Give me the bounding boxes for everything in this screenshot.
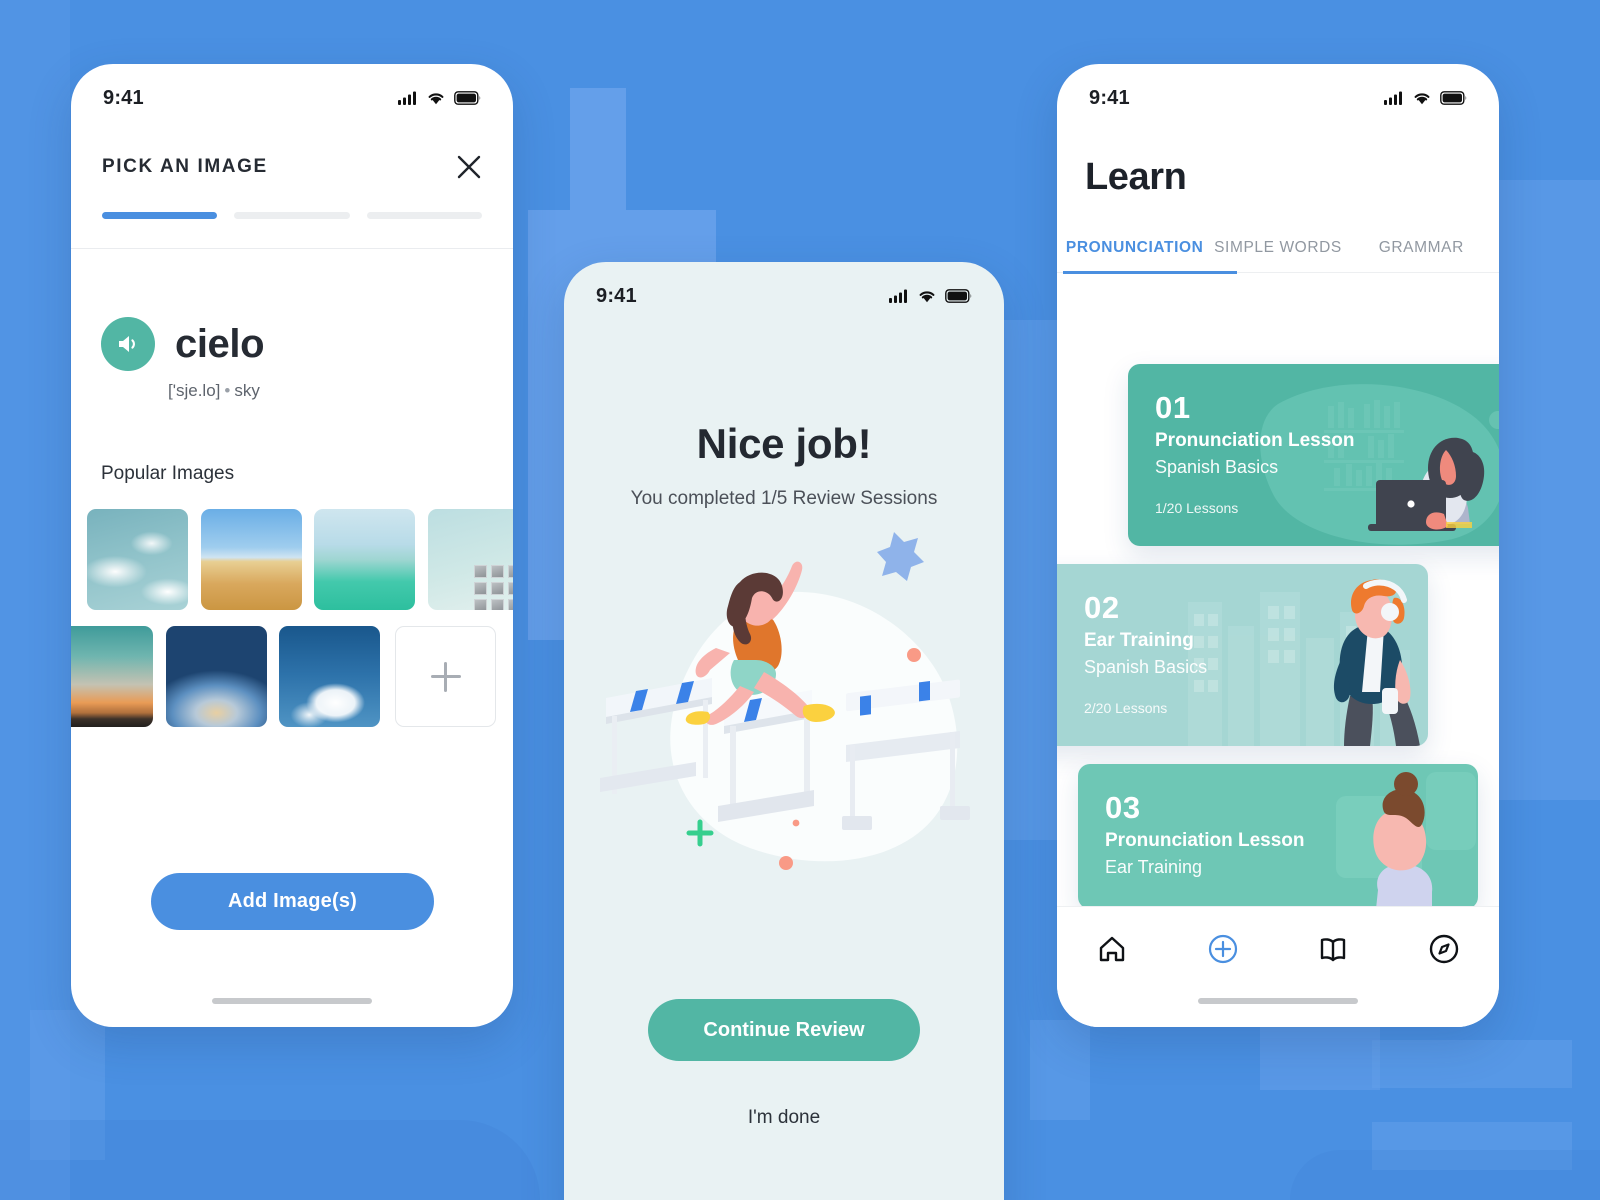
add-image-tile[interactable] xyxy=(395,626,496,727)
nav-add[interactable] xyxy=(1168,933,1279,965)
battery-icon xyxy=(454,91,481,105)
window-grid-pattern xyxy=(474,565,513,610)
cellular-signal-icon xyxy=(398,91,416,105)
speaker-icon[interactable] xyxy=(101,317,155,371)
thumbnail-turquoise-sea[interactable] xyxy=(314,509,415,610)
nav-explore[interactable] xyxy=(1389,933,1500,965)
plus-icon xyxy=(430,661,461,692)
thumbnail-building-window-tile[interactable] xyxy=(428,509,513,610)
status-bar: 9:41 xyxy=(1057,64,1499,118)
cellular-signal-icon xyxy=(1384,91,1402,105)
status-time: 9:41 xyxy=(103,86,144,109)
close-icon[interactable] xyxy=(456,154,482,180)
bg-shape xyxy=(1490,180,1600,800)
thumbnail-dusk-mountain[interactable] xyxy=(166,626,267,727)
progress-step-2 xyxy=(234,212,350,219)
continue-review-button[interactable]: Continue Review xyxy=(648,999,920,1061)
progress-step-1 xyxy=(102,212,218,219)
thumbnail-cumulus-clouds[interactable] xyxy=(279,626,380,727)
word-separator: • xyxy=(224,381,231,400)
word-translation: sky xyxy=(234,381,260,400)
home-icon xyxy=(1100,936,1125,962)
status-icons xyxy=(889,289,972,303)
image-grid xyxy=(71,509,513,727)
lesson-course: Ear Training xyxy=(1105,857,1203,877)
cellular-signal-icon xyxy=(889,289,907,303)
tab-underline xyxy=(1057,271,1499,274)
gallery-label: Popular Images xyxy=(101,463,235,484)
page-title: Learn xyxy=(1085,156,1187,198)
bg-shape xyxy=(0,1120,540,1200)
bg-shape xyxy=(1290,1150,1600,1200)
bg-shape xyxy=(1372,1040,1572,1088)
book-icon xyxy=(1321,938,1346,962)
compass-icon xyxy=(1429,934,1458,964)
lesson-card-01[interactable]: 01 Pronunciation Lesson Spanish Basics 1… xyxy=(1128,364,1499,546)
page-title: PICK AN IMAGE xyxy=(102,156,268,177)
nice-job-phone: 9:41 Nice job! You completed 1/5 Review … xyxy=(564,262,1004,1200)
lesson-card-02-body: 02 Ear Training Spanish Basics 2/20 Less… xyxy=(1057,564,1428,716)
tab-active-indicator xyxy=(1063,271,1237,274)
lesson-card-02[interactable]: 02 Ear Training Spanish Basics 2/20 Less… xyxy=(1057,564,1428,746)
plus-circle-icon xyxy=(1208,934,1237,964)
status-time: 9:41 xyxy=(596,284,637,307)
lesson-title: Pronunciation Lesson xyxy=(1105,830,1305,851)
hurdle-runner-illustration xyxy=(564,520,1004,880)
status-bar: 9:41 xyxy=(564,262,1004,316)
lesson-card-03[interactable]: 03 Pronunciation Lesson Ear Training xyxy=(1078,764,1478,909)
nav-library[interactable] xyxy=(1278,933,1389,965)
status-time: 9:41 xyxy=(1089,86,1130,109)
battery-icon xyxy=(1440,91,1467,105)
bottom-nav xyxy=(1057,906,1499,1027)
lesson-progress: 2/20 Lessons xyxy=(1084,700,1168,716)
word-meta: ['sje.lo] • sky xyxy=(71,371,513,401)
pick-image-phone: 9:41 PICK AN IMAGE cielo ['sje.lo] • sky… xyxy=(71,64,513,1027)
status-icons xyxy=(398,91,481,105)
lesson-number: 03 xyxy=(1105,790,1141,825)
congrats-subtitle: You completed 1/5 Review Sessions xyxy=(630,488,938,509)
learn-phone: 9:41 Learn PRONUNCIATION SIMPLE WORDS GR… xyxy=(1057,64,1499,1027)
tab-pronunciation[interactable]: PRONUNCIATION xyxy=(1063,239,1206,272)
add-images-button[interactable]: Add Image(s) xyxy=(151,873,434,930)
lesson-progress: 1/20 Lessons xyxy=(1155,500,1239,516)
progress-steps xyxy=(71,180,513,219)
battery-icon xyxy=(945,289,972,303)
thumbnail-wheat-field-horizon[interactable] xyxy=(201,509,302,610)
lesson-title: Pronunciation Lesson xyxy=(1155,430,1355,451)
bg-shape xyxy=(1030,1020,1090,1120)
nav-home[interactable] xyxy=(1057,933,1168,965)
word-term: cielo xyxy=(175,321,265,366)
lesson-card-01-body: 01 Pronunciation Lesson Spanish Basics 1… xyxy=(1128,364,1499,516)
status-icons xyxy=(1384,91,1467,105)
status-bar: 9:41 xyxy=(71,64,513,118)
screenshot-canvas: 9:41 PICK AN IMAGE cielo ['sje.lo] • sky… xyxy=(0,0,1600,1200)
lesson-course: Spanish Basics xyxy=(1155,457,1279,477)
lesson-card-03-body: 03 Pronunciation Lesson Ear Training xyxy=(1078,764,1478,878)
word-pronunciation: ['sje.lo] xyxy=(168,381,221,400)
wifi-icon xyxy=(1414,93,1430,105)
bg-shape xyxy=(0,0,70,1200)
tab-grammar[interactable]: GRAMMAR xyxy=(1350,239,1493,272)
pick-image-header: PICK AN IMAGE xyxy=(71,118,513,180)
home-indicator xyxy=(1198,998,1358,1004)
wifi-icon xyxy=(428,93,444,105)
thumbnail-sunset-gradient[interactable] xyxy=(71,626,153,727)
tab-bar: PRONUNCIATION SIMPLE WORDS GRAMMAR xyxy=(1057,239,1499,272)
lesson-number: 02 xyxy=(1084,590,1120,625)
progress-step-3 xyxy=(366,212,482,219)
word-card: cielo xyxy=(71,249,513,371)
im-done-link[interactable]: I'm done xyxy=(564,1107,1004,1129)
home-indicator xyxy=(212,998,372,1004)
congrats-title: Nice job! xyxy=(696,420,872,467)
lesson-number: 01 xyxy=(1155,390,1191,425)
tab-simple-words[interactable]: SIMPLE WORDS xyxy=(1206,239,1349,272)
lesson-course: Spanish Basics xyxy=(1084,657,1208,677)
lesson-title: Ear Training xyxy=(1084,630,1194,651)
wifi-icon xyxy=(919,291,935,303)
thumbnail-clouds-teal-sky[interactable] xyxy=(87,509,188,610)
